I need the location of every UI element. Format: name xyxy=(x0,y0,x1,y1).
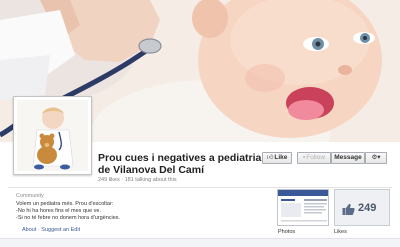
follow-icon: ▪ xyxy=(302,154,306,161)
about-links: About · Suggest an Edit xyxy=(22,227,80,233)
about-line: Volem un pediatra més. Prou d'escoltar: xyxy=(16,201,114,207)
likes-label[interactable]: Likes xyxy=(334,229,347,235)
settings-button[interactable]: ⚙︎▾ xyxy=(365,152,387,164)
about-box: Community Volem un pediatra més. Prou d'… xyxy=(16,193,268,222)
photos-label[interactable]: Photos xyxy=(278,229,295,235)
about-line: -Si no té febre no donem hora d'urgèncie… xyxy=(16,215,121,221)
photos-tile[interactable] xyxy=(277,189,329,226)
like-button-label: Like xyxy=(274,154,288,161)
page-category: Community xyxy=(16,193,44,199)
likes-count: 249 xyxy=(358,202,377,214)
message-button-label: Message xyxy=(334,154,362,161)
follow-button[interactable]: ▪Follow xyxy=(297,152,331,164)
likes-tile[interactable]: 249 xyxy=(334,189,390,226)
gear-icon: ⚙︎▾ xyxy=(371,154,381,161)
like-button[interactable]: 👍︎Like xyxy=(262,152,292,164)
page-stats: 249 likes · 181 talking about this xyxy=(98,177,177,183)
message-button[interactable]: Message xyxy=(331,152,365,164)
page-title: Prou cues i negatives a pediatria de Vil… xyxy=(98,152,262,176)
photos-thumbnail xyxy=(278,190,328,225)
suggest-edit-link[interactable]: Suggest an Edit xyxy=(41,227,80,233)
follow-button-label: Follow xyxy=(306,154,326,161)
about-link[interactable]: About xyxy=(22,227,36,233)
profile-picture[interactable] xyxy=(13,96,92,175)
link-separator: · xyxy=(37,227,40,233)
bottom-bar xyxy=(0,238,400,247)
header-divider xyxy=(8,187,392,188)
profile-picture-image xyxy=(17,100,88,171)
thumbs-up-icon xyxy=(342,203,355,215)
about-line: -No hi ha hores fins el mes que ve. xyxy=(16,208,101,214)
thumbs-up-icon: 👍︎ xyxy=(266,154,274,161)
